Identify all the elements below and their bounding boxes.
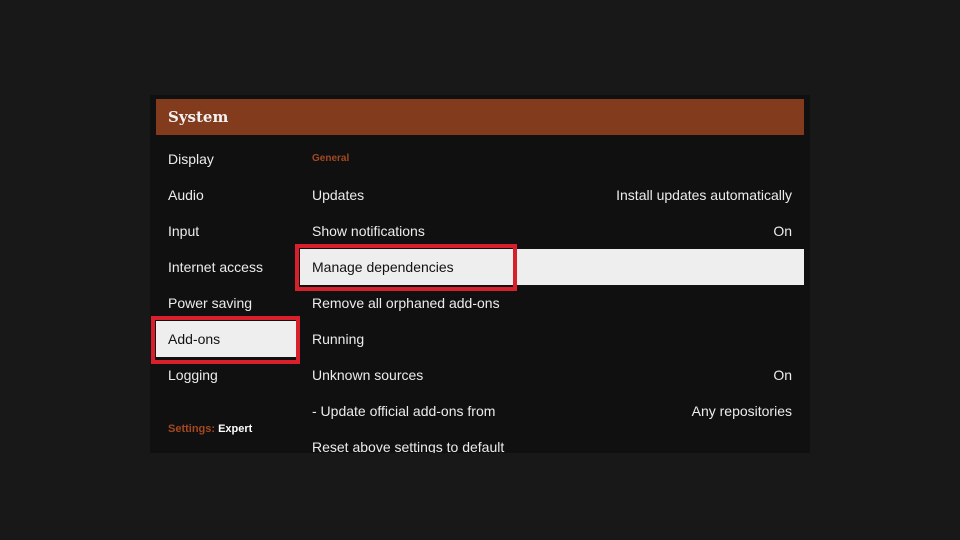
settings-window: System Display Audio Input Internet acce… bbox=[150, 95, 810, 453]
setting-row-running[interactable]: Running bbox=[300, 321, 804, 357]
setting-label: - Update official add-ons from bbox=[312, 403, 496, 419]
setting-label: Manage dependencies bbox=[312, 259, 454, 275]
setting-value: Install updates automatically bbox=[616, 187, 792, 203]
setting-row-update-official-add-ons-from[interactable]: - Update official add-ons from Any repos… bbox=[300, 393, 804, 429]
setting-label: Reset above settings to default bbox=[312, 439, 505, 453]
setting-row-updates[interactable]: Updates Install updates automatically bbox=[300, 177, 804, 213]
sidebar-item-power-saving[interactable]: Power saving bbox=[156, 285, 296, 321]
sidebar-item-internet-access[interactable]: Internet access bbox=[156, 249, 296, 285]
sidebar-item-label: Add-ons bbox=[168, 331, 221, 347]
page-title: System bbox=[168, 108, 229, 126]
setting-label: Updates bbox=[312, 187, 365, 203]
sidebar-item-add-ons[interactable]: Add-ons bbox=[156, 321, 296, 357]
setting-label: Running bbox=[312, 331, 365, 347]
sidebar-item-display[interactable]: Display bbox=[156, 141, 296, 177]
setting-row-unknown-sources[interactable]: Unknown sources On bbox=[300, 357, 804, 393]
setting-value: Any repositories bbox=[691, 403, 792, 419]
sidebar-item-logging[interactable]: Logging bbox=[156, 357, 296, 393]
settings-content: General Updates Install updates automati… bbox=[300, 141, 804, 453]
sidebar-item-label: Power saving bbox=[168, 295, 253, 311]
sidebar-item-input[interactable]: Input bbox=[156, 213, 296, 249]
settings-sidebar: Display Audio Input Internet access Powe… bbox=[156, 141, 296, 453]
setting-label: Show notifications bbox=[312, 223, 425, 239]
sidebar-item-label: Logging bbox=[168, 367, 218, 383]
window-header: System bbox=[156, 99, 804, 135]
setting-label: Remove all orphaned add-ons bbox=[312, 295, 500, 311]
setting-row-show-notifications[interactable]: Show notifications On bbox=[300, 213, 804, 249]
setting-value: On bbox=[773, 223, 792, 239]
sidebar-item-label: Internet access bbox=[168, 259, 263, 275]
setting-row-remove-orphaned-add-ons[interactable]: Remove all orphaned add-ons bbox=[300, 285, 804, 321]
sidebar-item-label: Display bbox=[168, 151, 214, 167]
setting-row-reset-to-default[interactable]: Reset above settings to default bbox=[300, 429, 804, 453]
settings-level-label: Settings: bbox=[168, 423, 216, 435]
sidebar-item-label: Input bbox=[168, 223, 200, 239]
settings-level-value: Expert bbox=[218, 423, 253, 435]
sidebar-item-label: Audio bbox=[168, 187, 204, 203]
setting-label: Unknown sources bbox=[312, 367, 424, 383]
section-title: General bbox=[312, 153, 350, 164]
settings-level-indicator[interactable]: Settings: Expert bbox=[168, 421, 252, 437]
setting-row-manage-dependencies[interactable]: Manage dependencies bbox=[300, 249, 804, 285]
setting-value: On bbox=[773, 367, 792, 383]
sidebar-item-audio[interactable]: Audio bbox=[156, 177, 296, 213]
